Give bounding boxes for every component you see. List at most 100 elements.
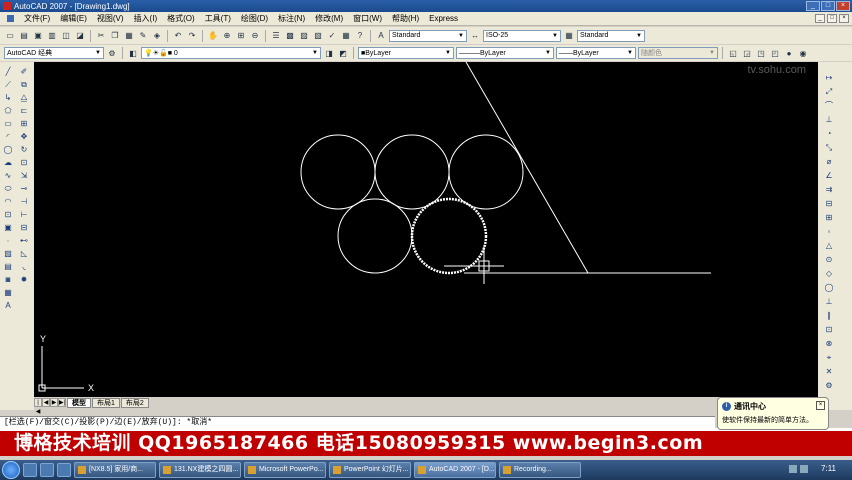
design-center-icon[interactable]: ▩ [284,30,296,42]
point-icon[interactable]: ∙ [3,235,14,246]
scale-icon[interactable]: ⊡ [19,157,30,168]
menu-window[interactable]: 窗口(W) [348,13,387,24]
extend-icon[interactable]: ⊣ [19,196,30,207]
task-autocad[interactable]: AutoCAD 2007 - [D... [414,462,496,478]
publish-icon[interactable]: ◪ [74,30,86,42]
ordinate-icon[interactable]: ⊥ [824,114,835,125]
copy-icon[interactable]: ❐ [109,30,121,42]
autocad-app-icon[interactable] [3,2,11,10]
render-icon[interactable]: ◉ [797,47,809,59]
fillet-icon[interactable]: ◟ [19,261,30,272]
paste-icon[interactable]: ▦ [123,30,135,42]
circle-top-left[interactable] [300,134,376,210]
explode-icon[interactable]: ✸ [19,274,30,285]
snap-center-icon[interactable]: ⊙ [824,254,835,265]
tab-model[interactable]: 模型 [67,397,91,408]
tab-last-button[interactable]: ▶| [58,398,66,407]
lineweight-select[interactable]: —— ByLayer ▼ [556,47,636,59]
menu-insert[interactable]: 插入(I) [129,13,163,24]
revision-cloud-icon[interactable]: ☁ [3,157,14,168]
ellipse-icon[interactable]: ⬭ [3,183,14,194]
snap-parallel-icon[interactable]: ∥ [824,310,835,321]
tab-prev-button[interactable]: ◀ [42,398,50,407]
open-file-icon[interactable]: ▤ [18,30,30,42]
color-select[interactable]: ■ ByLayer ▼ [358,47,454,59]
line-icon[interactable]: ╱ [3,66,14,77]
arc-icon[interactable]: ◜ [3,131,14,142]
plot-preview-icon[interactable]: ◫ [60,30,72,42]
snap-quadrant-icon[interactable]: ◇ [824,268,835,279]
redo-icon[interactable]: ↷ [186,30,198,42]
snap-perpendicular-icon[interactable]: ⊥ [824,296,835,307]
tab-layout2[interactable]: 布局2 [120,397,149,408]
trim-icon[interactable]: ⊸ [19,183,30,194]
snap-midpoint-icon[interactable]: △ [824,240,835,251]
menu-edit[interactable]: 编辑(E) [55,13,92,24]
hatch-icon[interactable]: ▨ [3,248,14,259]
taskbar-clock[interactable]: 7:11 [821,464,836,473]
task-recording[interactable]: Recording... [499,462,581,478]
match-properties-icon[interactable]: ✎ [137,30,149,42]
menu-file[interactable]: 文件(F) [19,13,55,24]
erase-icon[interactable]: ✐ [19,66,30,77]
table-style-select[interactable]: Standard ▼ [577,29,645,42]
baseline-icon[interactable]: ⊟ [824,198,835,209]
circle-icon[interactable]: ◯ [3,144,14,155]
cube-view-icon[interactable]: ◳ [755,47,767,59]
tab-first-button[interactable]: |◀ [34,398,42,415]
doc-close-button[interactable]: × [839,14,849,23]
task-nx85[interactable]: [NX8.5] 家用/商... [74,462,156,478]
conceptual-icon[interactable]: ● [783,47,795,59]
menu-modify[interactable]: 修改(M) [310,13,348,24]
circle-bottom-right-selected[interactable] [410,197,488,275]
table-icon[interactable]: ▦ [3,287,14,298]
text-style-select[interactable]: Standard ▼ [389,29,467,42]
snap-endpoint-icon[interactable]: ◦ [824,226,835,237]
menu-express[interactable]: Express [424,14,463,23]
calculator-icon[interactable]: ▦ [340,30,352,42]
task-powerpoint[interactable]: Microsoft PowerPo... [244,462,326,478]
drawing-doc-icon[interactable] [2,15,19,22]
layer-select[interactable]: 💡☀🔓■ 0 ▼ [141,47,321,59]
command-line[interactable]: [栏选(F)/窗交(C)/投影(P)/边(E)/放弃(U)]: *取消* [0,416,715,428]
slanted-line[interactable] [465,62,589,274]
join-icon[interactable]: ⊷ [19,235,30,246]
pan-icon[interactable]: ✋ [207,30,219,42]
zoom-realtime-icon[interactable]: ⊕ [221,30,233,42]
angular-dimension-icon[interactable]: ∠ [824,170,835,181]
layer-previous-icon[interactable]: ◩ [337,47,349,59]
snap-none-icon[interactable]: ✕ [824,366,835,377]
polygon-icon[interactable]: ⬠ [3,105,14,116]
construction-line-icon[interactable]: ⟋ [3,79,14,90]
circle-bottom-left[interactable] [337,198,413,274]
quicklaunch-media-icon[interactable] [40,463,54,477]
ellipse-arc-icon[interactable]: ◠ [3,196,14,207]
menu-view[interactable]: 视图(V) [92,13,129,24]
tab-next-button[interactable]: ▶ [50,398,58,407]
break-icon[interactable]: ⊟ [19,222,30,233]
tray-network-icon[interactable] [789,465,797,473]
help-icon[interactable]: ? [354,30,366,42]
circle-top-right[interactable] [448,134,524,210]
radius-dimension-icon[interactable]: ◔ [824,128,835,139]
markup-icon[interactable]: ✓ [326,30,338,42]
doc-restore-button[interactable]: □ [827,14,837,23]
linetype-select[interactable]: ——— ByLayer ▼ [456,47,554,59]
chamfer-icon[interactable]: ◺ [19,248,30,259]
polyline-icon[interactable]: ↳ [3,92,14,103]
plot-style-select[interactable]: 随颜色 ▼ [638,47,718,59]
circle-top-middle[interactable] [374,134,450,210]
sheet-set-icon[interactable]: ▧ [312,30,324,42]
hide-icon[interactable]: ◱ [727,47,739,59]
offset-icon[interactable]: ⊏ [19,105,30,116]
block-editor-icon[interactable]: ◈ [151,30,163,42]
menu-draw[interactable]: 绘图(D) [236,13,273,24]
start-button-icon[interactable] [2,461,20,479]
layer-manager-icon[interactable]: ◧ [127,47,139,59]
properties-icon[interactable]: ☰ [270,30,282,42]
arc-length-icon[interactable]: ⌒ [824,100,835,111]
make-block-icon[interactable]: ▣ [3,222,14,233]
workspace-select[interactable]: AutoCAD 经典 ▼ [4,47,104,59]
menu-dimension[interactable]: 标注(N) [273,13,310,24]
snap-nearest-icon[interactable]: ⌖ [824,352,835,363]
